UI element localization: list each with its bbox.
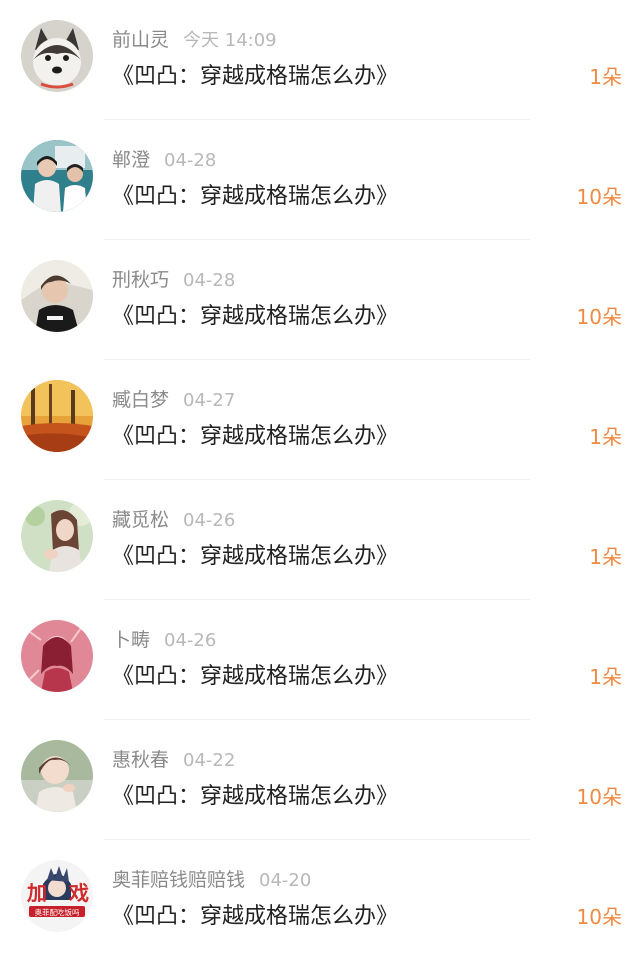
flower-count: 1朵 [589, 425, 622, 449]
list-item[interactable]: 臧白梦 04-27 《凹凸：穿越成格瑞怎么办》 1朵 [0, 360, 640, 480]
flower-count: 1朵 [589, 65, 622, 89]
timestamp: 04-28 [164, 150, 217, 171]
flower-count: 10朵 [576, 905, 622, 929]
user-name: 藏觅松 [112, 509, 170, 531]
timestamp: 今天 14:09 [183, 30, 277, 51]
timestamp: 04-26 [183, 510, 236, 531]
user-name: 奥菲赔钱赔赔钱 [112, 869, 246, 891]
list-item[interactable]: 加 戏 奥菲配吃饭吗 奥菲赔钱赔赔钱 04-20 《凹凸：穿越成格瑞怎么办》 10… [0, 840, 640, 960]
husky-avatar[interactable] [21, 20, 93, 92]
book-title[interactable]: 《凹凸：穿越成格瑞怎么办》 [112, 660, 398, 694]
pink-illustration-avatar[interactable] [21, 620, 93, 692]
user-name: 臧白梦 [112, 389, 170, 411]
flower-count: 10朵 [576, 305, 622, 329]
book-title[interactable]: 《凹凸：穿越成格瑞怎么办》 [112, 180, 398, 214]
book-title[interactable]: 《凹凸：穿越成格瑞怎么办》 [112, 780, 398, 814]
list-item[interactable]: 卜畴 04-26 《凹凸：穿越成格瑞怎么办》 1朵 [0, 600, 640, 720]
child-avatar[interactable] [21, 740, 93, 812]
anime-logo-avatar[interactable]: 加 戏 奥菲配吃饭吗 [21, 860, 93, 932]
book-title[interactable]: 《凹凸：穿越成格瑞怎么办》 [112, 540, 398, 574]
svg-text:加: 加 [26, 881, 47, 905]
timestamp: 04-26 [164, 630, 217, 651]
girl-avatar[interactable] [21, 500, 93, 572]
user-name: 惠秋春 [112, 749, 170, 771]
flower-count: 10朵 [576, 785, 622, 809]
user-name: 刑秋巧 [112, 269, 170, 291]
avatar-badge-text: 奥菲配吃饭吗 [35, 907, 80, 917]
book-title[interactable]: 《凹凸：穿越成格瑞怎么办》 [112, 900, 398, 934]
list-item[interactable]: 前山灵 今天 14:09 《凹凸：穿越成格瑞怎么办》 1朵 [0, 0, 640, 120]
flower-count: 1朵 [589, 665, 622, 689]
timestamp: 04-22 [183, 750, 236, 771]
list-item[interactable]: 郸澄 04-28 《凹凸：穿越成格瑞怎么办》 10朵 [0, 120, 640, 240]
svg-text:戏: 戏 [68, 881, 89, 905]
book-title[interactable]: 《凹凸：穿越成格瑞怎么办》 [112, 300, 398, 334]
flower-count: 10朵 [576, 185, 622, 209]
gift-record-list: 前山灵 今天 14:09 《凹凸：穿越成格瑞怎么办》 1朵 郸澄 04-28 《凹凸… [0, 0, 640, 959]
list-item[interactable]: 刑秋巧 04-28 《凹凸：穿越成格瑞怎么办》 10朵 [0, 240, 640, 360]
list-item[interactable]: 藏觅松 04-26 《凹凸：穿越成格瑞怎么办》 1朵 [0, 480, 640, 600]
couple-avatar[interactable] [21, 140, 93, 212]
autumn-avatar[interactable] [21, 380, 93, 452]
boy-avatar[interactable] [21, 260, 93, 332]
user-name: 郸澄 [112, 149, 151, 171]
book-title[interactable]: 《凹凸：穿越成格瑞怎么办》 [112, 60, 398, 94]
flower-count: 1朵 [589, 545, 622, 569]
user-name: 卜畴 [112, 629, 151, 651]
list-item[interactable]: 惠秋春 04-22 《凹凸：穿越成格瑞怎么办》 10朵 [0, 720, 640, 840]
timestamp: 04-27 [183, 390, 236, 411]
timestamp: 04-28 [183, 270, 236, 291]
book-title[interactable]: 《凹凸：穿越成格瑞怎么办》 [112, 420, 398, 454]
user-name: 前山灵 [112, 29, 170, 51]
timestamp: 04-20 [259, 870, 312, 891]
